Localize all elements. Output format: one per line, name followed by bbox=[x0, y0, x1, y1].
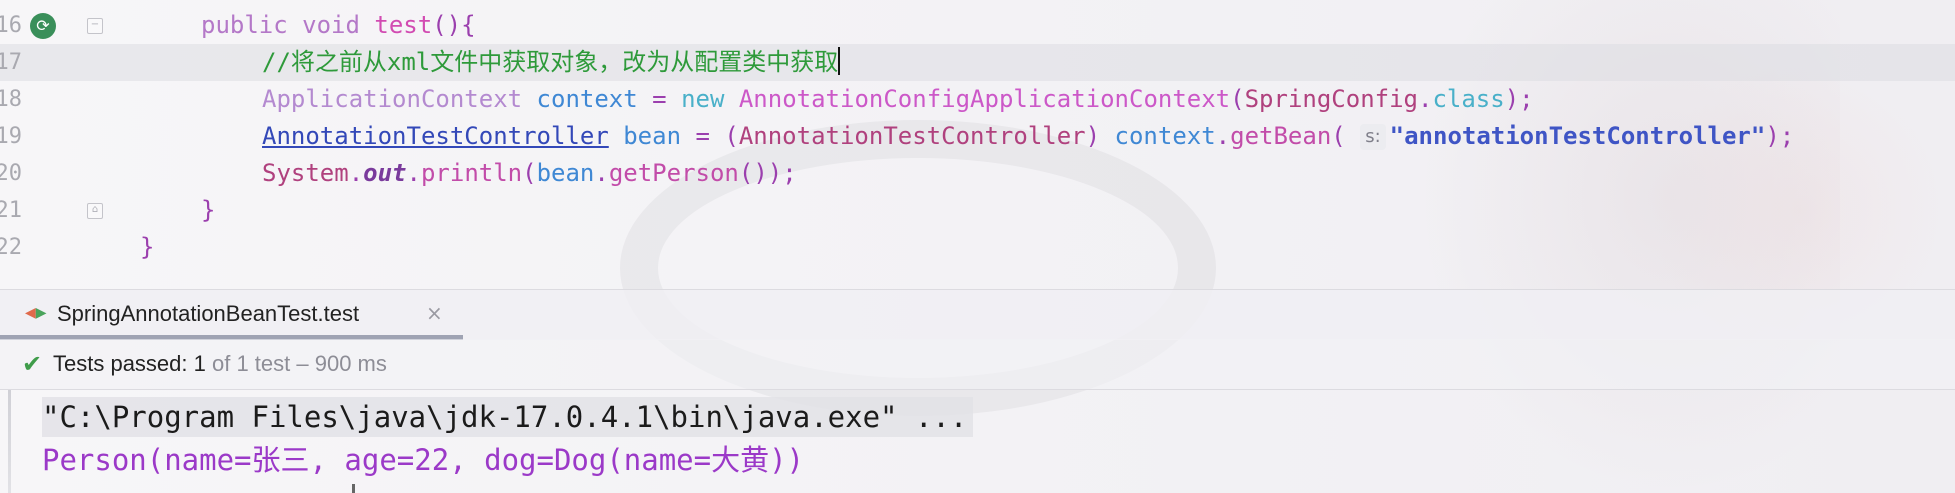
code-text: } bbox=[140, 229, 154, 266]
code-token: "annotationTestController" bbox=[1389, 122, 1766, 150]
code-token: . bbox=[1215, 122, 1231, 150]
code-token: ( bbox=[1230, 85, 1245, 113]
text-caret bbox=[838, 47, 841, 75]
line-number: 20 bbox=[0, 161, 22, 186]
code-text: } bbox=[201, 192, 215, 229]
code-token: // bbox=[262, 48, 291, 76]
code-token: AnnotationTestController bbox=[262, 122, 609, 150]
code-token: ApplicationContext bbox=[262, 85, 537, 113]
console-output-line: Person(name=张三, age=22, dog=Dog(name=大黄)… bbox=[42, 443, 805, 477]
code-token: context bbox=[1114, 122, 1216, 150]
fold-marker-icon[interactable]: − bbox=[87, 18, 103, 34]
code-text: //将之前从xml文件中获取对象，改为从配置类中获取 bbox=[262, 44, 841, 81]
code-token: . bbox=[406, 159, 421, 187]
code-token: (){ bbox=[432, 11, 476, 39]
code-token: ) bbox=[1085, 122, 1115, 150]
fold-marker-icon[interactable]: ⌂ bbox=[87, 203, 103, 219]
line-number: 16 bbox=[0, 13, 22, 38]
code-token: getPerson bbox=[608, 159, 739, 187]
text-cursor bbox=[352, 484, 355, 493]
check-icon: ✔ bbox=[22, 350, 43, 378]
code-token: 将之前从 bbox=[290, 48, 387, 76]
run-test-gutter-icon[interactable]: ⟳ bbox=[30, 13, 56, 39]
test-passed-count: 1 bbox=[193, 351, 206, 376]
code-token: ( bbox=[522, 159, 537, 187]
code-line[interactable]: 22} bbox=[0, 229, 1955, 266]
test-run-icon: ◀▶ bbox=[25, 305, 47, 321]
line-number: 17 bbox=[0, 50, 22, 75]
line-number: 19 bbox=[0, 124, 22, 149]
run-tool-window-tabbar: ◀▶ SpringAnnotationBeanTest.test × bbox=[0, 289, 1955, 340]
code-token: println bbox=[420, 159, 523, 187]
code-token: = bbox=[637, 85, 682, 113]
code-token: System bbox=[262, 159, 349, 187]
code-token: ); bbox=[1765, 122, 1795, 150]
code-line[interactable]: 20 System.out.println(bean.getPerson()); bbox=[0, 155, 1955, 192]
code-line[interactable]: 18 ApplicationContext context = new Annot… bbox=[0, 81, 1955, 118]
code-text: ApplicationContext context = new Annotat… bbox=[262, 81, 1534, 118]
code-token: test bbox=[374, 11, 433, 39]
code-token: AnnotationConfigApplicationContext bbox=[738, 85, 1231, 113]
code-token: getBean bbox=[1230, 122, 1332, 150]
code-line[interactable]: 19 AnnotationTestController bean = (Annot… bbox=[0, 118, 1955, 155]
code-token: ); bbox=[1504, 85, 1534, 113]
code-token: ( bbox=[1331, 122, 1361, 150]
line-number: 22 bbox=[0, 235, 22, 260]
test-status-label: Tests passed: bbox=[53, 351, 194, 376]
code-token: SpringConfig bbox=[1244, 85, 1418, 113]
code-text: AnnotationTestController bean = (Annotat… bbox=[262, 118, 1794, 155]
code-line[interactable]: 17 //将之前从xml文件中获取对象，改为从配置类中获取 bbox=[0, 44, 1955, 81]
code-token: . bbox=[1417, 85, 1433, 113]
code-line[interactable]: 16 ⟳ − public void test(){ bbox=[0, 7, 1955, 44]
code-line[interactable]: 21 ⌂} bbox=[0, 192, 1955, 229]
run-tab-label: SpringAnnotationBeanTest.test bbox=[57, 301, 360, 326]
code-token: ()); bbox=[738, 159, 797, 187]
code-token: class bbox=[1432, 85, 1505, 113]
line-number: 18 bbox=[0, 87, 22, 112]
console-output[interactable]: "C:\Program Files\java\jdk-17.0.4.1\bin\… bbox=[0, 390, 1955, 493]
test-status-text: Tests passed: 1 of 1 test – 900 ms bbox=[53, 339, 387, 389]
code-token: out bbox=[363, 159, 407, 187]
console-command-line: "C:\Program Files\java\jdk-17.0.4.1\bin\… bbox=[42, 397, 974, 437]
code-text: public void test(){ bbox=[201, 7, 476, 44]
code-token: context bbox=[536, 85, 638, 113]
code-token: 文件中获取对象，改为从配置类中获取 bbox=[430, 48, 839, 76]
test-status-detail: of 1 test – 900 ms bbox=[205, 351, 387, 376]
close-icon[interactable]: × bbox=[426, 290, 443, 337]
ide-window: 16 ⟳ − public void test(){ 17 //将之前从xml文件中获取对… bbox=[0, 0, 1955, 493]
code-token: . bbox=[594, 159, 609, 187]
run-tab[interactable]: ◀▶ SpringAnnotationBeanTest.test × bbox=[0, 290, 463, 337]
code-token: new bbox=[681, 85, 739, 113]
code-token: public void bbox=[201, 11, 375, 39]
test-status-bar: ✔ Tests passed: 1 of 1 test – 900 ms bbox=[0, 339, 1955, 390]
line-number: 21 bbox=[0, 198, 22, 223]
code-token: = ( bbox=[681, 122, 739, 150]
code-text: System.out.println(bean.getPerson()); bbox=[262, 155, 797, 192]
console-gutter bbox=[8, 390, 11, 493]
code-editor[interactable]: 16 ⟳ − public void test(){ 17 //将之前从xml文件中获取对… bbox=[0, 0, 1955, 287]
code-token: AnnotationTestController bbox=[738, 122, 1086, 150]
code-token: . bbox=[348, 159, 364, 187]
code-token: bean bbox=[623, 122, 682, 150]
parameter-hint: s: bbox=[1360, 124, 1386, 150]
code-token: } bbox=[140, 233, 155, 261]
code-token: xml bbox=[386, 48, 431, 76]
code-token: } bbox=[201, 196, 216, 224]
code-token: bean bbox=[536, 159, 595, 187]
